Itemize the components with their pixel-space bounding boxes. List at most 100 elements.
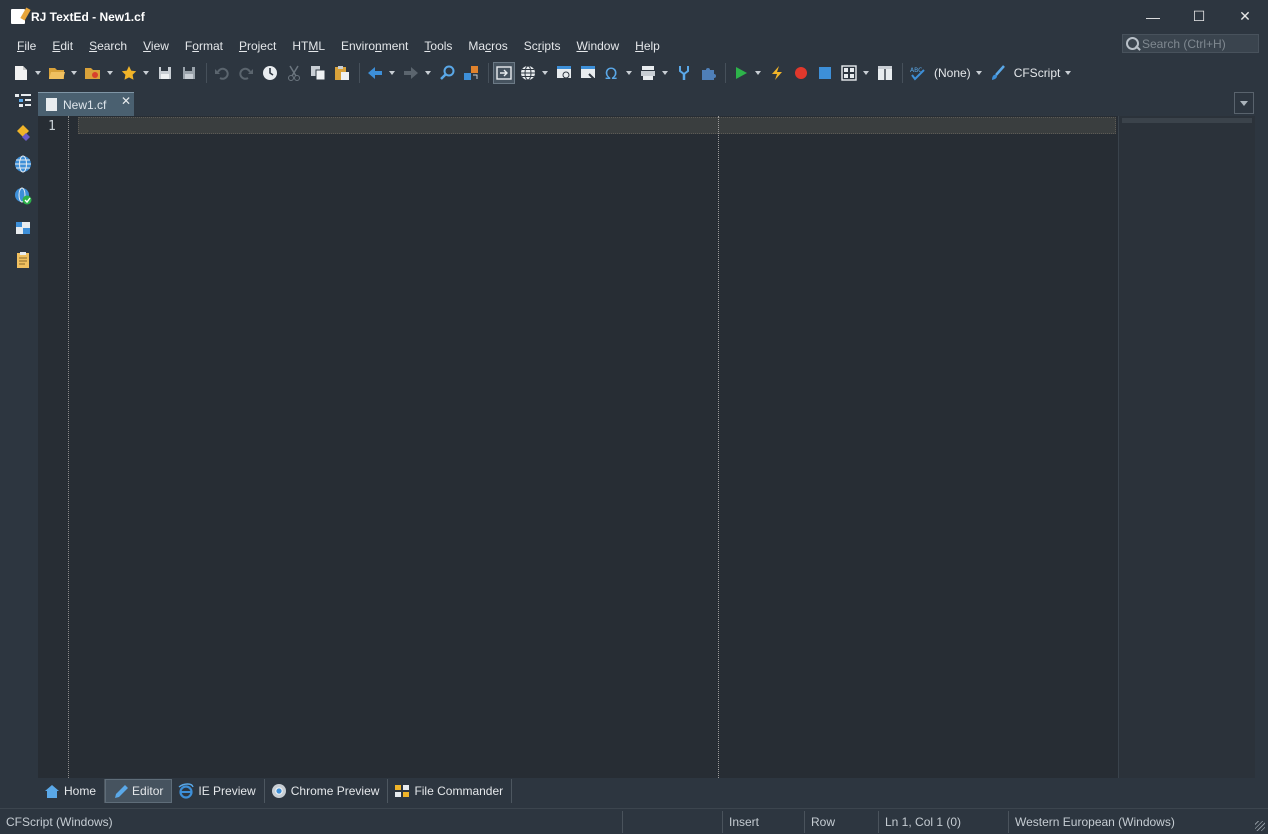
tab-editor[interactable]: Editor [105,778,173,803]
format-dropdown[interactable] [661,62,669,84]
menu-tools[interactable]: Tools [416,39,460,53]
snippet-button[interactable] [577,62,599,84]
spell-check-icon: ABC [910,67,925,81]
pen-icon [115,784,129,798]
quick-run-button[interactable] [766,62,788,84]
tools-button[interactable] [673,62,695,84]
bookmark-dropdown[interactable] [142,62,150,84]
cut-button[interactable] [283,62,305,84]
tab-list-dropdown[interactable] [1234,92,1254,114]
menu-file[interactable]: File [9,39,44,53]
syntax-button[interactable] [987,62,1009,84]
maximize-button[interactable]: ☐ [1176,0,1222,33]
menu-html[interactable]: HTML [284,39,333,53]
copy-button[interactable] [307,62,329,84]
syntax-highlighter[interactable]: CFScript [1014,66,1061,80]
tab-chrome-preview[interactable]: Chrome Preview [265,778,389,803]
menu-search[interactable]: Search [81,39,135,53]
status-selection-mode[interactable]: Row [804,810,878,833]
line-number-gutter: 1 [38,116,69,778]
back-button[interactable] [364,62,386,84]
open-file-button[interactable] [46,62,68,84]
window-title: RJ TextEd - New1.cf [31,9,145,24]
spell-language-dropdown[interactable] [975,62,983,84]
arrow-left-icon [368,67,382,79]
status-bar: CFScript (Windows) Insert Row Ln 1, Col … [0,808,1268,834]
save-all-icon [183,67,195,79]
home-icon [45,784,59,798]
syntax-highlighter-dropdown[interactable] [1064,62,1072,84]
close-button[interactable]: ✕ [1222,0,1268,33]
menu-bar: File Edit Search View Format Project HTM… [0,35,1268,57]
search-input[interactable] [1142,36,1252,51]
format-button[interactable] [637,62,659,84]
globe-check-icon[interactable] [14,187,32,205]
minimize-button[interactable]: — [1130,0,1176,33]
status-encoding[interactable]: Western European (Windows) [1008,810,1248,833]
plugins-button[interactable] [697,62,719,84]
spell-check-button[interactable]: ABC [907,62,929,84]
clipboard-icon[interactable] [14,251,32,269]
code-editor[interactable]: 1 [38,116,1118,778]
document-map-icon[interactable] [14,92,32,110]
favorites-folder-button[interactable] [82,62,104,84]
tab-home[interactable]: Home [38,778,106,803]
minimap[interactable] [1118,116,1255,778]
back-dropdown[interactable] [388,62,396,84]
menu-window[interactable]: Window [568,39,627,53]
toggle-panel-button[interactable] [493,62,515,84]
browser-button[interactable] [517,62,539,84]
save-all-button[interactable] [178,62,200,84]
spell-language[interactable]: (None) [934,66,971,80]
save-button[interactable] [154,62,176,84]
globe-icon[interactable] [14,155,32,173]
toolbar-separator [488,63,489,83]
menu-format[interactable]: Format [177,39,231,53]
replace-button[interactable] [460,62,482,84]
menu-view[interactable]: View [135,39,177,53]
search-box[interactable] [1122,34,1259,53]
forward-dropdown[interactable] [424,62,432,84]
insert-character-dropdown[interactable] [625,62,633,84]
run-button[interactable] [730,62,752,84]
find-button[interactable] [436,62,458,84]
paste-button[interactable] [331,62,353,84]
stop-macro-button[interactable] [814,62,836,84]
preview-window-button[interactable] [553,62,575,84]
copy-icon [311,66,326,81]
tab-new1-cf[interactable]: New1.cf ✕ [38,92,134,116]
menu-environment[interactable]: Environment [333,39,416,53]
open-file-dropdown[interactable] [70,62,78,84]
layout-button[interactable] [838,62,860,84]
record-macro-button[interactable] [790,62,812,84]
bookmark-button[interactable] [118,62,140,84]
forward-button[interactable] [400,62,422,84]
undo-button[interactable] [211,62,233,84]
grid-icon [841,65,857,81]
minimap-viewport[interactable] [1122,118,1252,123]
layout-dropdown[interactable] [862,62,870,84]
tab-ie-preview[interactable]: IE Preview [172,778,265,803]
menu-project[interactable]: Project [231,39,284,53]
resize-grip[interactable] [1255,821,1265,831]
menu-scripts[interactable]: Scripts [516,39,569,53]
favorites-folder-dropdown[interactable] [106,62,114,84]
new-file-button[interactable] [10,62,32,84]
status-insert-mode[interactable]: Insert [722,810,804,833]
menu-edit[interactable]: Edit [44,39,81,53]
tab-file-commander[interactable]: File Commander [388,778,513,803]
run-dropdown[interactable] [754,62,762,84]
line-number: 1 [48,119,56,134]
browser-dropdown[interactable] [541,62,549,84]
insert-character-button[interactable]: Ω [601,62,623,84]
history-button[interactable] [259,62,281,84]
new-file-dropdown[interactable] [34,62,42,84]
file-explorer-icon[interactable] [14,219,32,237]
split-view-button[interactable] [874,62,896,84]
redo-button[interactable] [235,62,257,84]
menu-macros[interactable]: Macros [460,39,515,53]
clip-library-icon[interactable] [14,123,32,141]
tab-close-icon[interactable]: ✕ [121,94,131,108]
menu-help[interactable]: Help [627,39,668,53]
folder-heart-icon [85,68,100,79]
